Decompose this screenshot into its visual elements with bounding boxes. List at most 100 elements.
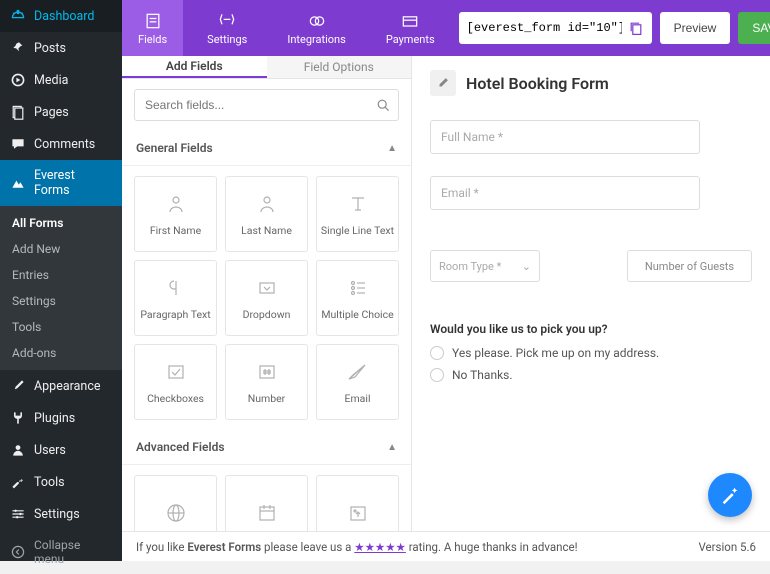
submenu-tools[interactable]: Tools [0,314,122,340]
tile-label: Number [248,392,286,405]
copy-icon[interactable] [628,20,644,36]
sidebar-item-users[interactable]: Users [0,434,122,466]
rating-link[interactable]: ★★★★★ [354,540,406,554]
comment-icon [10,136,26,152]
tab-integrations[interactable]: Integrations [271,0,361,56]
fields-panel: Add Fields Field Options General Fields … [122,56,412,561]
submenu-add-new[interactable]: Add New [0,236,122,262]
builder-topbar: Fields Settings Integrations Payments Pr… [122,0,770,56]
section-general-fields[interactable]: General Fields ▲ [122,131,411,166]
tab-payments[interactable]: Payments [370,0,451,56]
field-tile-single-line-text[interactable]: Single Line Text [316,176,399,252]
dashboard-icon [10,8,26,24]
preview-button[interactable]: Preview [660,12,731,44]
select-label: Room Type * [439,260,501,273]
field-tile-dropdown[interactable]: Dropdown [225,260,308,336]
tile-label: Multiple Choice [321,308,393,321]
tile-label: Dropdown [243,308,291,321]
shortcode-box [459,12,652,44]
sidebar-item-dashboard[interactable]: Dashboard [0,0,122,32]
globe-icon [164,501,188,525]
sidebar-item-everest-forms[interactable]: Everest Forms [0,160,122,206]
shortcode-input[interactable] [467,21,622,35]
tile-label: Last Name [241,224,292,237]
fab-button[interactable] [708,473,752,517]
field-tile-last-name[interactable]: Last Name [225,176,308,252]
tab-label: Payments [386,33,435,46]
form-title[interactable]: Hotel Booking Form [466,74,609,93]
media-icon [10,72,26,88]
text-icon [346,192,370,216]
plug-icon [10,410,26,426]
panel-tab-add-fields[interactable]: Add Fields [122,56,267,78]
para-icon [164,276,188,300]
submenu-addons[interactable]: Add-ons [0,340,122,366]
field-email[interactable]: Email * [430,176,700,210]
tile-label: Email [345,392,371,405]
tile-label: Checkboxes [147,392,204,405]
radio-label: No Thanks. [452,368,513,382]
section-label: General Fields [136,141,213,155]
field-room-type[interactable]: Room Type * ⌄ [430,250,540,282]
sidebar-label: Posts [34,41,66,56]
sidebar-label: Pages [34,105,69,120]
sidebar-label: Everest Forms [34,168,112,198]
submenu-all-forms[interactable]: All Forms [0,210,122,236]
person-icon [255,192,279,216]
field-number-of-guests[interactable]: Number of Guests [627,250,752,282]
integrations-icon [307,11,327,31]
sidebar-label: Users [34,443,66,458]
collapse-menu[interactable]: Collapse menu [0,530,122,574]
sidebar-item-pages[interactable]: Pages [0,96,122,128]
tab-label: Integrations [287,33,345,46]
field-tile-multiple-choice[interactable]: Multiple Choice [316,260,399,336]
admin-sidebar: Dashboard Posts Media Pages Comments Eve… [0,0,122,561]
fields-icon [143,11,163,31]
panel-tab-field-options[interactable]: Field Options [267,56,412,78]
tab-fields[interactable]: Fields [122,0,183,56]
search-input[interactable] [134,89,399,121]
sliders-icon [10,506,26,522]
sidebar-item-plugins[interactable]: Plugins [0,402,122,434]
mail-icon [346,360,370,384]
radio-label: Yes please. Pick me up on my address. [452,346,659,360]
submenu-entries[interactable]: Entries [0,262,122,288]
sidebar-label: Settings [34,507,80,522]
check-icon [164,360,188,384]
tile-label: Single Line Text [321,224,394,237]
tab-label: Fields [138,33,167,46]
sidebar-item-comments[interactable]: Comments [0,128,122,160]
field-tile-checkboxes[interactable]: Checkboxes [134,344,217,420]
save-button[interactable]: SAVE [738,12,770,44]
radio-option-yes[interactable]: Yes please. Pick me up on my address. [430,346,752,360]
radio-option-no[interactable]: No Thanks. [430,368,752,382]
payments-icon [400,11,420,31]
pencil-icon[interactable] [430,70,456,96]
wrench-icon [10,474,26,490]
caret-up-icon: ▲ [387,442,397,453]
collapse-label: Collapse menu [34,538,112,566]
sidebar-item-appearance[interactable]: Appearance [0,370,122,402]
tile-label: First Name [150,224,201,237]
sidebar-item-posts[interactable]: Posts [0,32,122,64]
hash-icon [255,360,279,384]
field-tile-email[interactable]: Email [316,344,399,420]
sidebar-item-tools[interactable]: Tools [0,466,122,498]
field-tile-number[interactable]: Number [225,344,308,420]
sidebar-label: Media [34,73,68,88]
everest-icon [10,175,26,191]
footer: If you like Everest Forms please leave u… [122,531,770,561]
drop-icon [255,276,279,300]
brush-icon [10,378,26,394]
section-advanced-fields[interactable]: Advanced Fields ▲ [122,430,411,465]
wand-icon [719,484,741,506]
field-tile-first-name[interactable]: First Name [134,176,217,252]
tab-settings[interactable]: Settings [191,0,263,56]
field-tile-paragraph-text[interactable]: Paragraph Text [134,260,217,336]
sidebar-item-media[interactable]: Media [0,64,122,96]
user-icon [10,442,26,458]
settings-icon [217,11,237,31]
sidebar-item-settings[interactable]: Settings [0,498,122,530]
submenu-settings[interactable]: Settings [0,288,122,314]
field-full-name[interactable]: Full Name * [430,120,700,154]
